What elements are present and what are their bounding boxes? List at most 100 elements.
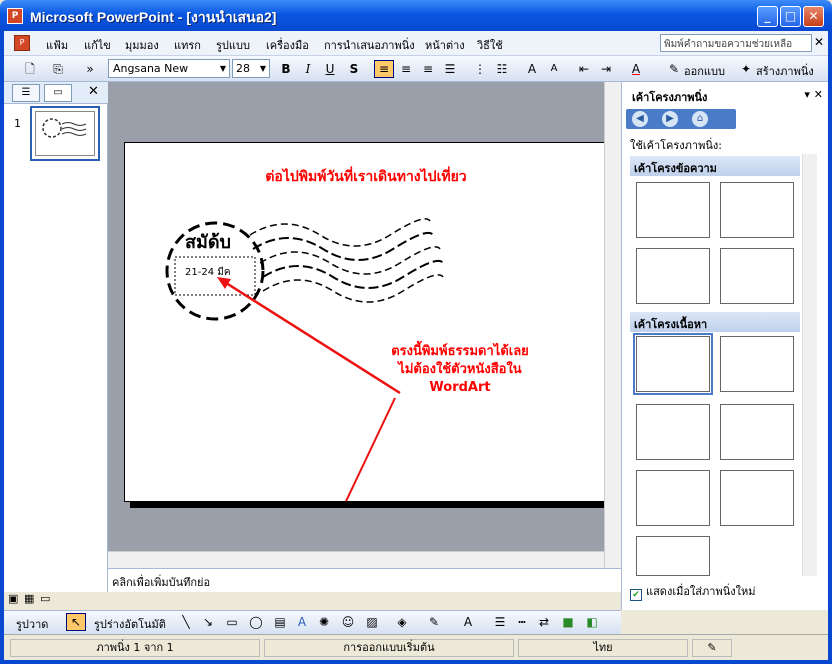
maximize-button[interactable]: □ bbox=[780, 6, 801, 27]
menu-format[interactable]: รูปแบบ bbox=[216, 36, 250, 54]
decrease-indent-icon[interactable]: ⇤ bbox=[574, 60, 594, 78]
rectangle-icon[interactable]: ▭ bbox=[222, 613, 242, 631]
document-icon[interactable]: P bbox=[14, 35, 30, 51]
arrow-icon[interactable]: ↘ bbox=[198, 613, 218, 631]
textbox-icon[interactable]: ▤ bbox=[270, 613, 290, 631]
bullets-icon[interactable]: ☷ bbox=[492, 60, 512, 78]
align-left-icon[interactable]: ≡ bbox=[374, 60, 394, 78]
horizontal-scrollbar[interactable] bbox=[108, 551, 604, 568]
chevron-down-icon[interactable]: ▼ bbox=[217, 60, 229, 77]
copy-icon[interactable]: ⎘ bbox=[48, 60, 68, 78]
layout-title-text[interactable] bbox=[636, 248, 710, 304]
increase-indent-icon[interactable]: ⇥ bbox=[596, 60, 616, 78]
slides-tab-icon[interactable]: ▭ bbox=[44, 84, 72, 102]
menu-tools[interactable]: เครื่องมือ bbox=[266, 36, 309, 54]
layout-two-column-text[interactable] bbox=[720, 248, 794, 304]
oval-icon[interactable]: ◯ bbox=[246, 613, 266, 631]
slide-sorter-icon[interactable]: ▦ bbox=[24, 592, 34, 605]
outline-tab-icon[interactable]: ☰ bbox=[12, 84, 40, 102]
layout-content[interactable] bbox=[720, 336, 794, 392]
justify-icon[interactable]: ☰ bbox=[440, 60, 460, 78]
increase-font-icon[interactable]: A bbox=[522, 60, 542, 78]
layout-title-only[interactable] bbox=[720, 182, 794, 238]
help-search-input[interactable]: พิมพ์คำถามขอความช่วยเหลือ bbox=[660, 34, 812, 52]
notes-pane[interactable]: คลิกเพื่อเพิ่มบันทึกย่อ bbox=[108, 568, 621, 592]
title-bar[interactable]: P Microsoft PowerPoint - [งานนำเสนอ2] _ … bbox=[0, 0, 832, 31]
shadow-button[interactable]: S bbox=[344, 60, 364, 78]
diagram-icon[interactable]: ✺ bbox=[314, 613, 334, 631]
checkmark-icon[interactable]: ✔ bbox=[630, 589, 642, 601]
toolbar-options-icon[interactable]: » bbox=[84, 60, 96, 78]
line-icon[interactable]: ╲ bbox=[176, 613, 196, 631]
font-size-select[interactable]: 28 ▼ bbox=[232, 59, 270, 78]
menu-bar: P แฟ้ม แก้ไข มุมมอง แทรก รูปแบบ เครื่องม… bbox=[4, 31, 828, 56]
italic-button[interactable]: I bbox=[298, 60, 318, 78]
spelling-icon[interactable]: ✎ bbox=[692, 639, 732, 657]
line-color-icon[interactable]: ✎ bbox=[424, 613, 444, 631]
layout-content-partial[interactable] bbox=[636, 536, 710, 576]
autoshapes-menu-button[interactable]: รูปร่างอัตโนมัติ bbox=[94, 615, 166, 633]
back-icon[interactable]: ◀ bbox=[632, 111, 648, 127]
clipart-icon[interactable]: ☺ bbox=[338, 613, 358, 631]
font-name-select[interactable]: Angsana New ▼ bbox=[108, 59, 230, 78]
slideshow-icon[interactable]: ▭ bbox=[40, 592, 50, 605]
close-icon[interactable]: ✕ bbox=[88, 84, 99, 99]
menu-window[interactable]: หน้าต่าง bbox=[425, 36, 465, 54]
layout-blank[interactable] bbox=[633, 333, 713, 395]
new-document-icon[interactable]: 🗋 bbox=[20, 60, 40, 78]
stamp-date-text[interactable]: 21-24 มีค bbox=[185, 265, 231, 280]
font-color-icon[interactable]: A bbox=[626, 60, 646, 78]
normal-view-icon[interactable]: ▣ bbox=[8, 592, 18, 605]
chevron-down-icon[interactable]: ▼ bbox=[257, 60, 269, 77]
draw-menu-button[interactable]: รูปวาด bbox=[16, 615, 48, 633]
powerpoint-app-icon[interactable]: P bbox=[7, 8, 23, 24]
layout-four-content[interactable] bbox=[636, 470, 710, 526]
home-icon[interactable]: ⌂ bbox=[692, 111, 708, 127]
shadow-style-icon[interactable]: ■ bbox=[558, 613, 578, 631]
instruction-callout[interactable]: ตรงนี้พิมพ์ธรรมดาได้เลย ไม่ต้องใช้ตัวหนั… bbox=[355, 343, 565, 397]
menu-insert[interactable]: แทรก bbox=[174, 36, 201, 54]
new-slide-icon[interactable]: ✦ bbox=[736, 60, 756, 78]
forward-icon[interactable]: ▶ bbox=[662, 111, 678, 127]
stamp-word-art[interactable]: สมัด้บ bbox=[185, 227, 231, 256]
layout-four-content-2[interactable] bbox=[720, 470, 794, 526]
design-button[interactable]: ออกแบบ bbox=[684, 62, 725, 80]
task-pane-scrollbar[interactable] bbox=[802, 154, 817, 576]
menu-slideshow[interactable]: การนำเสนอภาพนิ่ง bbox=[324, 36, 415, 54]
layout-title-slide[interactable] bbox=[636, 182, 710, 238]
menu-help[interactable]: วิธีใช้ bbox=[477, 36, 503, 54]
fill-color-icon[interactable]: ◈ bbox=[392, 613, 412, 631]
postmark-stamp-graphic[interactable] bbox=[125, 143, 606, 502]
slide-number: 1 bbox=[14, 117, 21, 130]
slide-canvas[interactable]: ต่อไปพิมพ์วันที่เราเดินทางไปเที่ยว สมัด้… bbox=[124, 142, 606, 502]
slide-thumbnail[interactable] bbox=[30, 106, 100, 161]
3d-style-icon[interactable]: ◧ bbox=[582, 613, 602, 631]
menu-view[interactable]: มุมมอง bbox=[125, 36, 159, 54]
close-icon[interactable]: ▾ ✕ bbox=[804, 88, 823, 101]
wordart-icon[interactable]: A bbox=[292, 613, 312, 631]
new-slide-button[interactable]: สร้างภาพนิ่ง bbox=[756, 62, 814, 80]
bold-button[interactable]: B bbox=[276, 60, 296, 78]
menu-file[interactable]: แฟ้ม bbox=[46, 36, 68, 54]
underline-button[interactable]: U bbox=[320, 60, 340, 78]
layout-title-two-content[interactable] bbox=[720, 404, 794, 460]
align-right-icon[interactable]: ≡ bbox=[418, 60, 438, 78]
menu-edit[interactable]: แก้ไข bbox=[84, 36, 111, 54]
picture-icon[interactable]: ▨ bbox=[362, 613, 382, 631]
line-style-icon[interactable]: ☰ bbox=[490, 613, 510, 631]
font-color-icon[interactable]: A bbox=[458, 613, 478, 631]
callout-line-2: ไม่ต้องใช้ตัวหนังสือใน bbox=[398, 362, 522, 377]
select-pointer-icon[interactable]: ↖ bbox=[66, 613, 86, 631]
design-icon[interactable]: ✎ bbox=[664, 60, 684, 78]
minimize-button[interactable]: _ bbox=[757, 6, 778, 27]
layout-title-content[interactable] bbox=[636, 404, 710, 460]
decrease-font-icon[interactable]: A bbox=[544, 60, 564, 78]
numbering-icon[interactable]: ⋮ bbox=[470, 60, 490, 78]
show-on-insert-checkbox[interactable]: ✔ แสดงเมื่อใส่ภาพนิ่งใหม่ bbox=[630, 582, 755, 601]
arrow-style-icon[interactable]: ⇄ bbox=[534, 613, 554, 631]
dash-style-icon[interactable]: ┅ bbox=[512, 613, 532, 631]
vertical-scrollbar[interactable] bbox=[604, 82, 621, 568]
close-button[interactable]: ✕ bbox=[803, 6, 824, 27]
document-close-icon[interactable]: ✕ bbox=[814, 35, 824, 49]
align-center-icon[interactable]: ≡ bbox=[396, 60, 416, 78]
